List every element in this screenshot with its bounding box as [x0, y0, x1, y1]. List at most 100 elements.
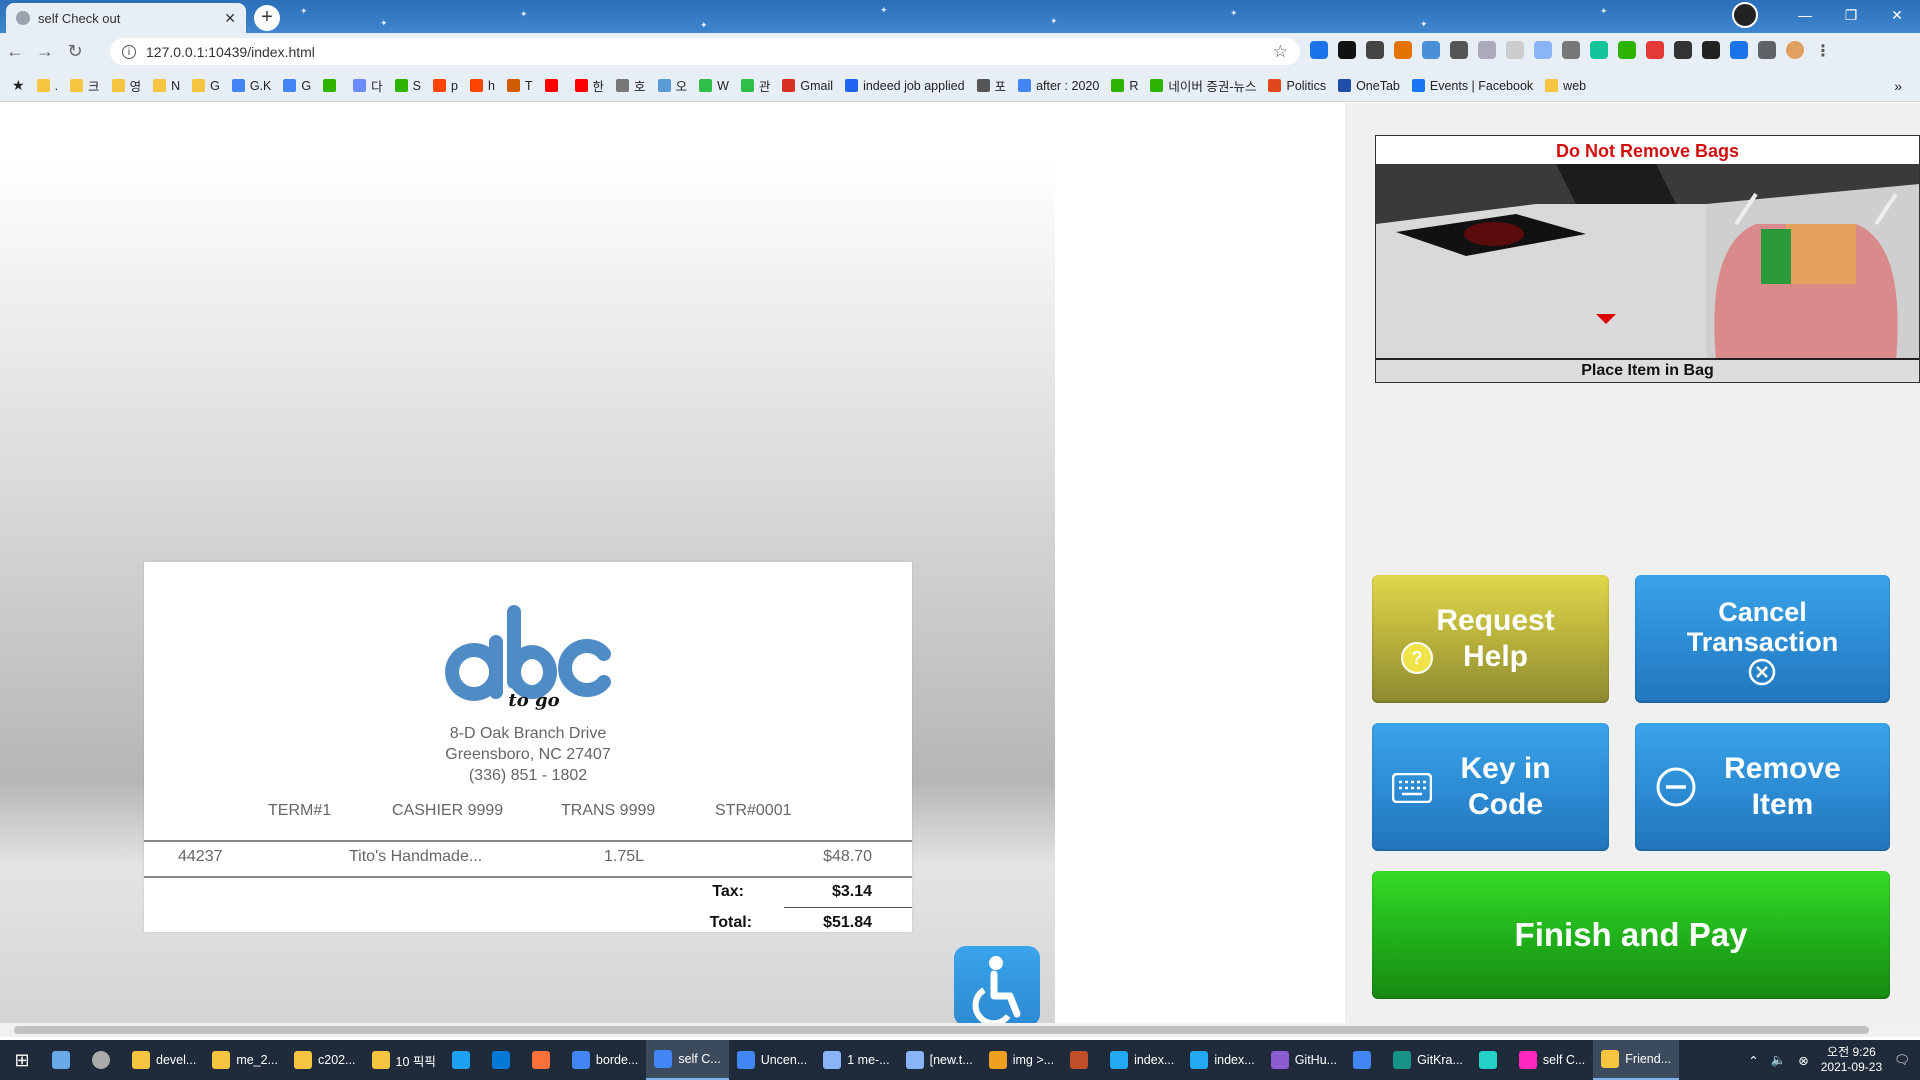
horizontal-scrollbar[interactable]: [0, 1023, 1920, 1037]
extension-icon[interactable]: [1478, 41, 1496, 59]
bookmark-item[interactable]: 관: [740, 76, 770, 95]
bookmark-item[interactable]: p: [432, 79, 458, 93]
taskbar-app[interactable]: [84, 1040, 124, 1080]
restore-button[interactable]: ❐: [1828, 7, 1874, 24]
bookmark-item[interactable]: G.K: [231, 79, 271, 93]
bookmark-item[interactable]: indeed job applied: [845, 79, 965, 93]
taskbar-app[interactable]: [524, 1040, 564, 1080]
notification-icon[interactable]: 🗨: [1894, 1053, 1910, 1068]
extension-icon[interactable]: [1730, 41, 1748, 59]
extension-icon[interactable]: [1562, 41, 1580, 59]
bookmark-item[interactable]: 크: [70, 76, 100, 95]
forward-icon[interactable]: →: [30, 41, 60, 62]
taskbar-app[interactable]: [1471, 1040, 1511, 1080]
bookmark-item[interactable]: 다: [353, 76, 383, 95]
scrollbar-thumb[interactable]: [14, 1026, 1869, 1034]
site-info-icon[interactable]: i: [122, 44, 136, 59]
extension-icon[interactable]: [1618, 41, 1636, 59]
clock[interactable]: 오전 9:26 2021-09-23: [1821, 1045, 1882, 1075]
back-icon[interactable]: ←: [0, 41, 30, 62]
bookmark-item[interactable]: .: [36, 79, 58, 93]
extension-icon[interactable]: [1450, 41, 1468, 59]
extension-icon[interactable]: [1338, 41, 1356, 59]
bookmark-item[interactable]: S: [394, 79, 421, 93]
bookmark-item[interactable]: Events | Facebook: [1411, 79, 1533, 93]
tray-chevron-icon[interactable]: ⌃: [1748, 1053, 1758, 1068]
bookmark-item[interactable]: T: [506, 79, 533, 93]
network-icon[interactable]: ⊗: [1798, 1053, 1808, 1068]
bookmark-item[interactable]: G: [283, 79, 311, 93]
minimize-button[interactable]: —: [1782, 7, 1828, 23]
extension-icon[interactable]: [1310, 41, 1328, 59]
taskbar-app[interactable]: [44, 1040, 84, 1080]
taskbar-app[interactable]: borde...: [564, 1040, 646, 1080]
new-tab-button[interactable]: +: [254, 5, 280, 31]
bookmark-item[interactable]: 포: [976, 76, 1006, 95]
taskbar-app[interactable]: c202...: [286, 1040, 364, 1080]
extension-icon[interactable]: [1422, 41, 1440, 59]
taskbar-app[interactable]: me_2...: [204, 1040, 286, 1080]
browser-tab[interactable]: self Check out ✕: [6, 3, 246, 33]
taskbar-app[interactable]: 1 me-...: [815, 1040, 897, 1080]
close-window-button[interactable]: ✕: [1874, 7, 1920, 24]
bookmark-item[interactable]: R: [1111, 79, 1138, 93]
cancel-transaction-button[interactable]: Cancel Transaction: [1635, 575, 1890, 703]
url-text[interactable]: 127.0.0.1:10439/index.html: [146, 44, 1273, 60]
profile-icon[interactable]: [1732, 2, 1758, 28]
bookmark-item[interactable]: [323, 79, 341, 92]
extension-icon[interactable]: [1394, 41, 1412, 59]
bookmark-item[interactable]: Politics: [1268, 79, 1326, 93]
taskbar-app[interactable]: index...: [1182, 1040, 1262, 1080]
taskbar-app[interactable]: GitKra...: [1385, 1040, 1471, 1080]
bookmark-item[interactable]: 오: [657, 76, 687, 95]
bookmark-item[interactable]: OneTab: [1338, 79, 1400, 93]
taskbar-app[interactable]: index...: [1102, 1040, 1182, 1080]
bookmark-item[interactable]: 호: [616, 76, 646, 95]
extension-icon[interactable]: [1506, 41, 1524, 59]
bookmark-star-icon[interactable]: ☆: [1273, 42, 1288, 62]
close-tab-icon[interactable]: ✕: [224, 10, 236, 27]
extension-icon[interactable]: [1674, 41, 1692, 59]
taskbar-app[interactable]: self C...: [1511, 1040, 1593, 1080]
taskbar-app[interactable]: [1345, 1040, 1385, 1080]
taskbar-app[interactable]: Friend...: [1593, 1040, 1680, 1080]
bookmark-item[interactable]: 네이버 증권-뉴스: [1150, 76, 1256, 95]
bookmark-item[interactable]: web: [1545, 79, 1586, 93]
bookmark-item[interactable]: 한: [574, 76, 604, 95]
bookmark-item[interactable]: W: [699, 79, 729, 93]
reload-icon[interactable]: ↻: [60, 41, 90, 62]
request-help-button[interactable]: ? Request Help: [1372, 575, 1609, 703]
finish-and-pay-button[interactable]: Finish and Pay: [1372, 871, 1890, 999]
taskbar-app[interactable]: devel...: [124, 1040, 204, 1080]
taskbar-app[interactable]: [new.t...: [898, 1040, 981, 1080]
extension-icon[interactable]: [1534, 41, 1552, 59]
accessibility-button[interactable]: [954, 946, 1040, 1023]
remove-item-button[interactable]: Remove Item: [1635, 723, 1890, 851]
taskbar-app[interactable]: [1062, 1040, 1102, 1080]
taskbar-app[interactable]: img >...: [981, 1040, 1062, 1080]
bookmark-item[interactable]: 영: [111, 76, 141, 95]
extension-icon[interactable]: [1590, 41, 1608, 59]
avatar[interactable]: [1786, 41, 1804, 59]
taskbar-app[interactable]: GitHu...: [1263, 1040, 1345, 1080]
bookmark-item[interactable]: N: [153, 79, 180, 93]
bookmark-item[interactable]: G: [192, 79, 220, 93]
extension-icon[interactable]: [1646, 41, 1664, 59]
bookmarks-overflow-icon[interactable]: »: [1894, 78, 1902, 94]
taskbar-app[interactable]: 10 픽픽: [364, 1040, 444, 1080]
extension-icon[interactable]: [1702, 41, 1720, 59]
menu-kebab-icon[interactable]: ⋮: [1814, 41, 1832, 60]
bookmark-item[interactable]: [544, 79, 563, 92]
taskbar-app[interactable]: Uncen...: [729, 1040, 816, 1080]
bookmark-item[interactable]: h: [469, 79, 495, 93]
volume-icon[interactable]: 🔈: [1771, 1053, 1787, 1068]
puzzle-icon[interactable]: [1758, 41, 1776, 59]
key-in-code-button[interactable]: Key in Code: [1372, 723, 1609, 851]
taskbar-app[interactable]: [444, 1040, 484, 1080]
taskbar-app[interactable]: [484, 1040, 524, 1080]
url-bar[interactable]: i 127.0.0.1:10439/index.html ☆: [110, 38, 1300, 65]
bookmark-item[interactable]: Gmail: [782, 79, 833, 93]
extension-icon[interactable]: [1366, 41, 1384, 59]
bookmark-item[interactable]: after : 2020: [1018, 79, 1099, 93]
taskbar-app[interactable]: self C...: [646, 1040, 729, 1080]
